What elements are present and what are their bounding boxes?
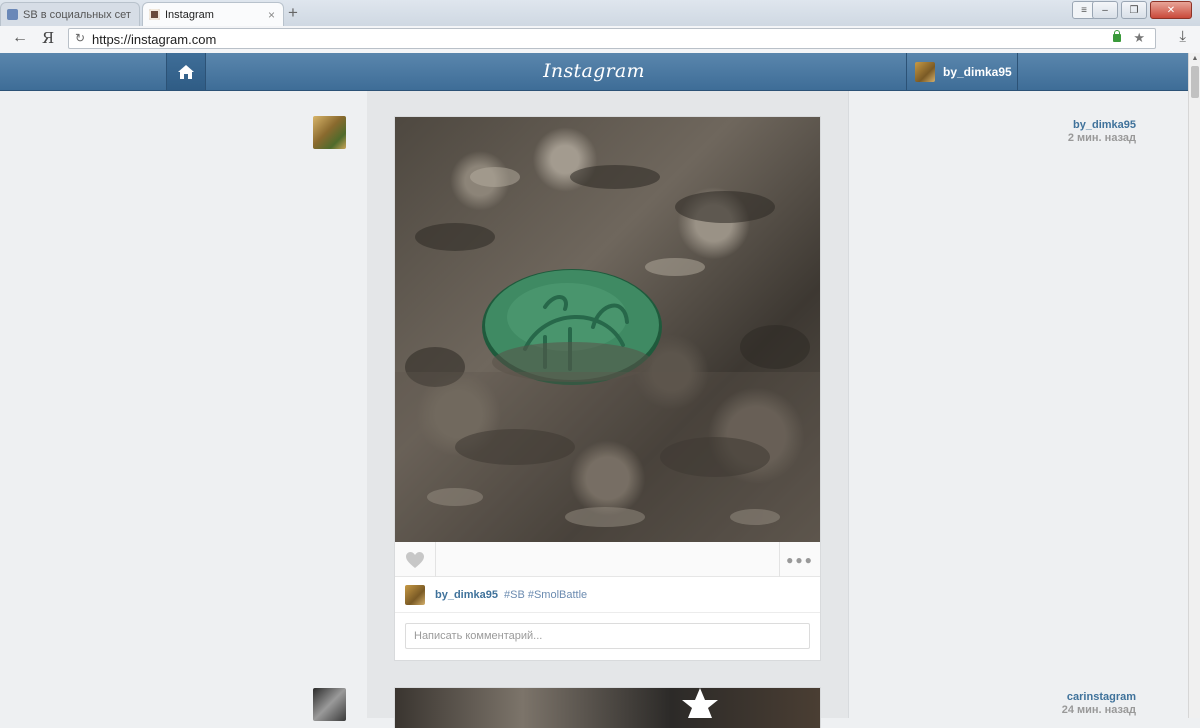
sb-favicon-icon [7,9,18,20]
instagram-header: Instagram by_dimka95 [0,53,1188,91]
tab-title: SB в социальных сетя [23,8,131,21]
page-scrollbar[interactable]: ▲ [1188,53,1200,718]
instagram-favicon-icon [149,9,160,20]
post-time[interactable]: 2 мин. назад [1068,132,1136,144]
download-icon[interactable]: ⤓ [1179,28,1186,45]
scroll-up-icon[interactable]: ▲ [1190,53,1200,65]
star-icon[interactable]: ★ [1133,30,1145,46]
tab-instagram[interactable]: Instagram × [142,2,284,26]
minimize-button[interactable]: – [1092,1,1118,19]
avatar[interactable] [313,688,346,721]
reload-icon[interactable]: ↻ [75,31,85,45]
post-username[interactable]: by_dimka95 [1068,119,1136,131]
yandex-logo[interactable]: Я [42,29,54,47]
window-controls: – ❐ ✕ [1092,1,1192,19]
post-card [395,688,820,728]
address-bar[interactable]: ↻ https://instagram.com ★ [68,28,1156,49]
new-tab-button[interactable]: + [288,3,298,23]
post-photo[interactable] [395,117,820,542]
caption-username[interactable]: by_dimka95 [435,589,498,601]
left-column [0,91,367,718]
post-card: ●●● by_dimka95 #SB #SmolBattle [395,117,820,660]
post-meta: by_dimka95 2 мин. назад [1068,119,1136,144]
close-tab-icon[interactable]: × [268,8,275,22]
address-row: ← Я ↻ https://instagram.com ★ ⤓ [0,26,1200,54]
caption-hashtags[interactable]: #SB #SmolBattle [504,589,587,601]
tab-sb[interactable]: SB в социальных сетя [0,2,140,26]
avatar[interactable] [313,116,346,149]
caption-row: by_dimka95 #SB #SmolBattle [395,577,820,613]
more-icon[interactable]: ●●● [779,542,820,577]
post-username[interactable]: carinstagram [1062,691,1136,703]
right-column [848,91,1189,718]
heart-icon [406,551,424,568]
comment-input[interactable] [405,623,810,649]
maximize-button[interactable]: ❐ [1121,1,1147,19]
tab-title: Instagram [165,8,214,21]
photo-content [395,165,820,542]
avatar [915,61,935,82]
post-time[interactable]: 24 мин. назад [1062,704,1136,716]
scroll-thumb[interactable] [1191,66,1199,98]
post-actions: ●●● [395,542,820,577]
profile-button[interactable]: by_dimka95 [906,53,1018,90]
profile-name: by_dimka95 [943,64,1012,79]
avatar[interactable] [405,584,425,605]
url-text[interactable]: https://instagram.com [92,32,216,47]
lock-icon [1113,30,1121,42]
close-window-button[interactable]: ✕ [1150,1,1192,19]
back-arrow-icon[interactable]: ← [12,29,28,47]
like-button[interactable] [395,542,436,577]
post-meta: carinstagram 24 мин. назад [1062,691,1136,716]
browser-tabstrip: SB в социальных сетя Instagram × + ≡ – ❐… [0,0,1200,26]
post-photo[interactable] [395,688,820,718]
